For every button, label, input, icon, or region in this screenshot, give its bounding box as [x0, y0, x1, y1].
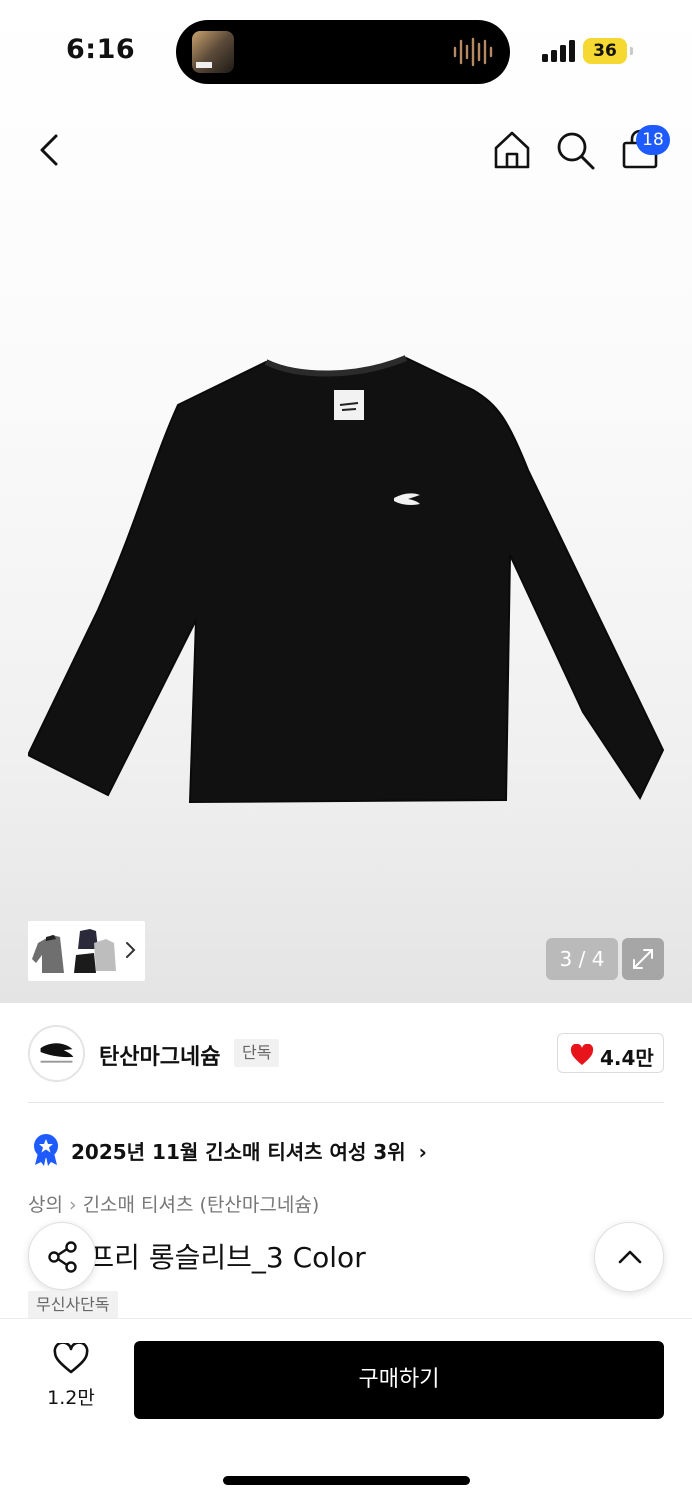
breadcrumb-category[interactable]: 상의 — [28, 1194, 63, 1216]
brand-like-button[interactable]: 4.4만 — [557, 1033, 664, 1073]
audio-waveform-icon — [453, 37, 493, 67]
brand-logo[interactable] — [28, 1025, 85, 1082]
wishlist-count: 1.2만 — [47, 1387, 95, 1409]
cellular-signal-icon — [542, 40, 575, 62]
breadcrumb-subcategory[interactable]: 긴소매 티셔츠 (탄산마그네슘) — [83, 1194, 320, 1216]
chevron-up-icon — [618, 1250, 642, 1264]
ranking-link[interactable]: 2025년 11월 긴소매 티셔츠 여성 3위 › — [71, 1136, 427, 1165]
product-title: 이어 프리 롱슬리브_3 Color — [28, 1241, 366, 1274]
share-icon — [48, 1241, 77, 1273]
thumbnail-strip[interactable] — [28, 921, 145, 981]
heart-filled-icon — [570, 1044, 594, 1065]
breadcrumb-separator-icon: › — [68, 1194, 77, 1216]
brand-like-count: 4.4만 — [600, 1046, 654, 1070]
status-bar: 6:16 36 — [0, 0, 692, 100]
wishlist-button[interactable]: 1.2만 — [36, 1343, 106, 1415]
product-image[interactable] — [28, 350, 668, 810]
buy-button[interactable]: 구매하기 — [134, 1341, 664, 1419]
ranking-badge-icon — [34, 1134, 58, 1166]
musinsa-exclusive-tag: 무신사단독 — [28, 1291, 118, 1319]
color-options-thumbnail[interactable] — [32, 925, 118, 977]
ranking-text: 2025년 11월 긴소매 티셔츠 여성 3위 — [71, 1140, 406, 1164]
chevron-right-icon[interactable] — [124, 939, 138, 961]
search-icon[interactable] — [553, 128, 597, 172]
product-image-area[interactable]: 6:16 36 18 3 / 4 — [0, 0, 692, 1003]
home-icon[interactable] — [490, 128, 534, 172]
heart-outline-icon — [53, 1343, 89, 1374]
battery-indicator: 36 — [583, 38, 633, 64]
home-indicator[interactable] — [223, 1476, 470, 1485]
brand-name[interactable]: 탄산마그네슘 — [99, 1039, 220, 1071]
cart-count-badge: 18 — [636, 125, 670, 155]
divider — [28, 1102, 664, 1103]
chevron-left-icon[interactable] — [30, 128, 70, 172]
exclusive-badge: 단독 — [234, 1039, 280, 1067]
breadcrumb: 상의 › 긴소매 티셔츠 (탄산마그네슘) — [28, 1190, 319, 1217]
dynamic-island[interactable] — [176, 20, 510, 84]
image-counter: 3 / 4 — [546, 938, 618, 980]
expand-icon[interactable] — [622, 938, 664, 980]
status-time: 6:16 — [66, 34, 136, 65]
share-button[interactable] — [28, 1222, 96, 1290]
now-playing-artwork — [192, 31, 234, 73]
scroll-top-button[interactable] — [594, 1222, 664, 1292]
chevron-right-icon: › — [418, 1140, 427, 1164]
